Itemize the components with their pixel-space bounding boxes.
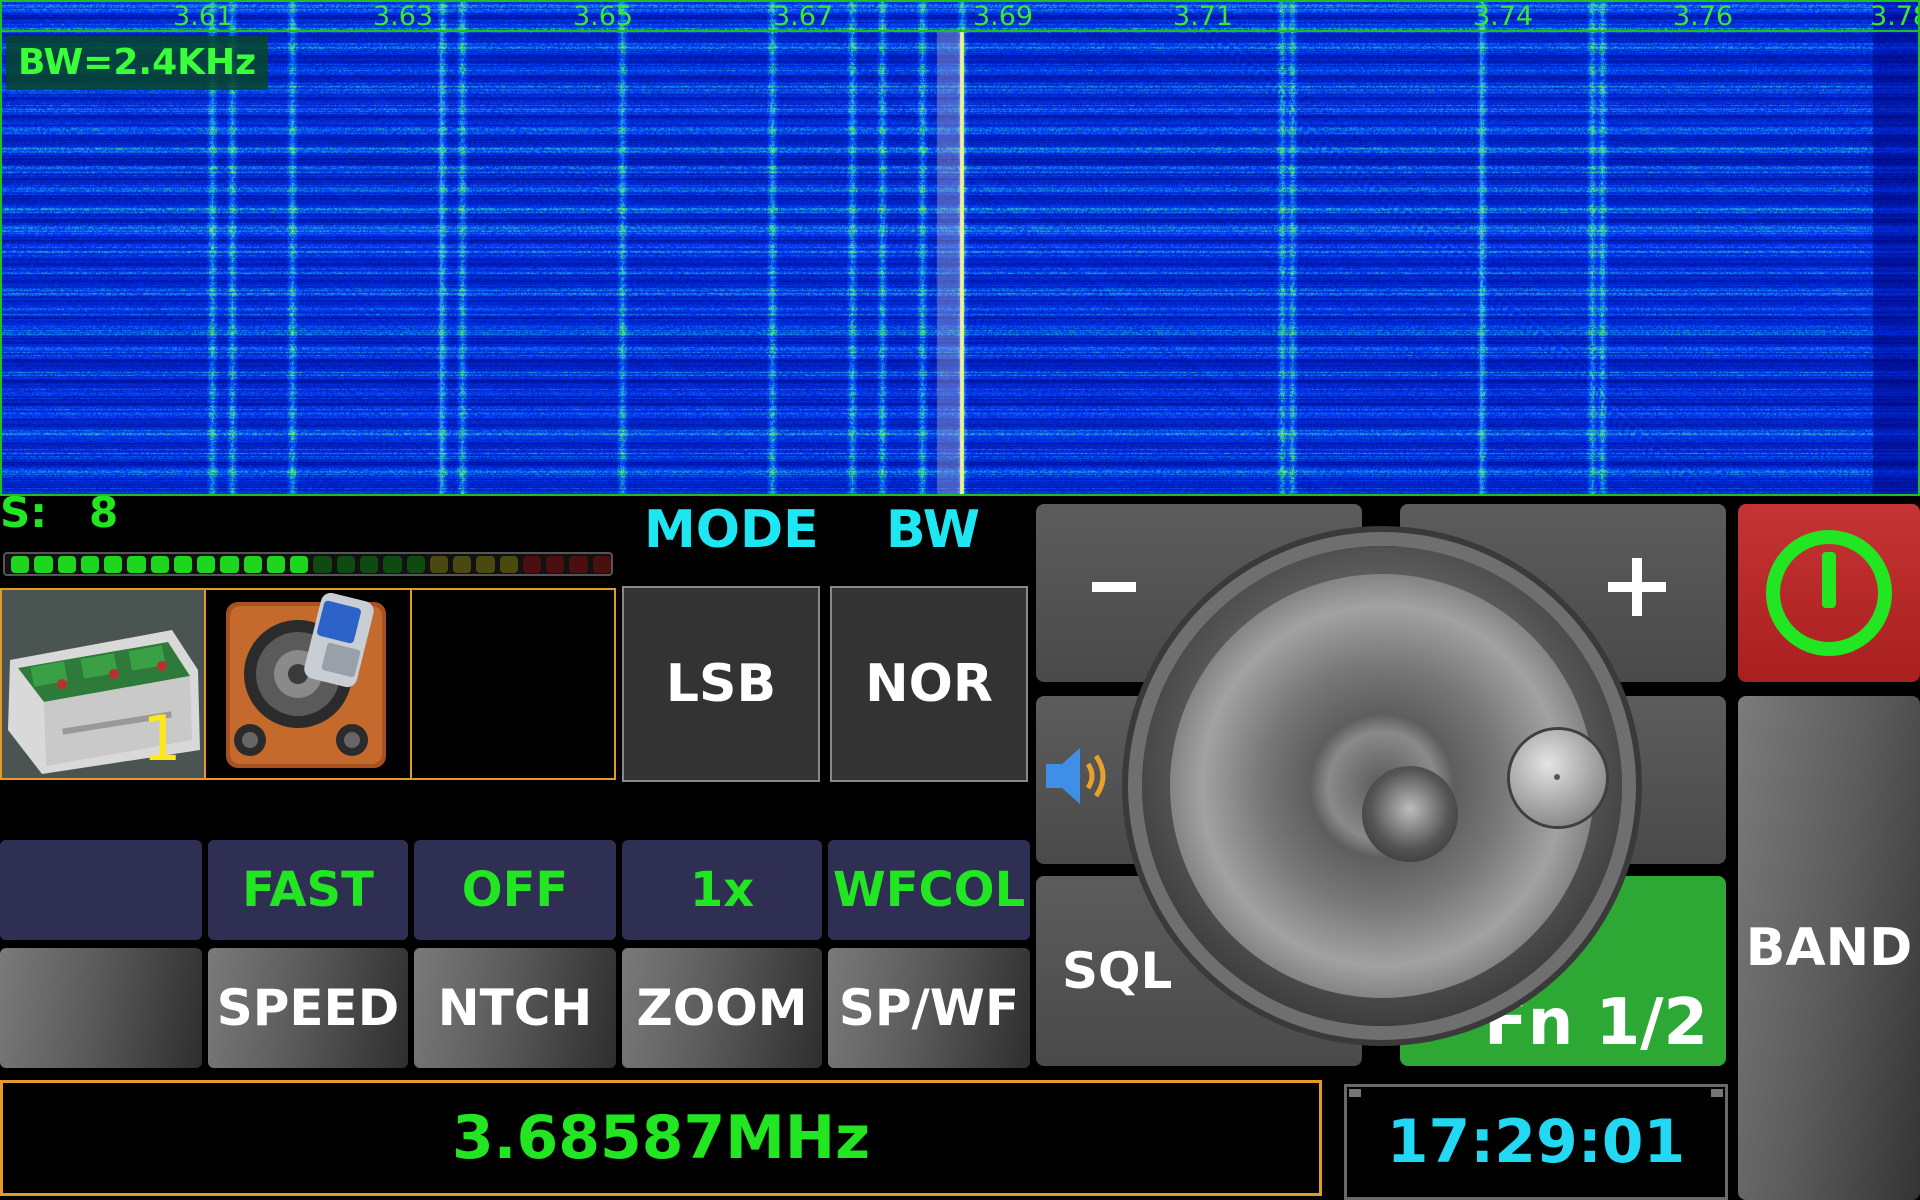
band-button[interactable]: BAND [1738,696,1920,1200]
s-meter-label: S: [0,488,48,537]
s-meter-led [522,555,542,573]
notch-button[interactable]: NTCH [414,948,616,1068]
wf-color-value[interactable]: WFCOL [828,840,1030,940]
s-meter-value: 8 [89,488,119,537]
function-button-blank[interactable] [0,948,202,1068]
waterfall-display[interactable]: 3.61 3.63 3.65 3.67 3.69 3.71 3.74 3.76 … [0,0,1920,496]
speed-button[interactable]: SPEED [208,948,408,1068]
scale-label: 3.65 [572,1,634,32]
s-meter-led [313,555,332,573]
s-meter-led [383,555,402,573]
s-meter-led [266,555,286,573]
s-meter-led [127,555,146,573]
minus-icon [1092,582,1136,592]
tuning-knob[interactable] [1142,546,1622,1026]
s-meter-led [290,555,309,573]
s-meter-led [429,555,449,573]
s-meter-led [104,555,123,573]
scale-label: 3.78 [1869,1,1918,32]
s-meter-led [476,555,495,573]
scale-label: 3.61 [172,1,234,32]
s-meter-led [546,555,565,573]
s-meter-led [173,555,193,573]
s-meter-led [243,555,262,573]
speaker-volume-icon [1046,748,1106,804]
s-meter-led [80,555,100,573]
s-meter-led [11,555,30,573]
squelch-label: SQL [1062,942,1173,1000]
bandwidth-button[interactable]: NOR [830,586,1028,782]
scale-label: 3.69 [972,1,1034,32]
bw-header: BW [886,500,981,560]
s-meter-led [197,555,216,573]
notch-value[interactable]: OFF [414,840,616,940]
power-icon [1766,530,1892,656]
function-value-blank[interactable] [0,840,202,940]
s-meter-led [336,555,355,573]
s-meter-led [592,555,611,573]
audio-device-tile[interactable] [204,588,412,780]
knob-face [1170,574,1606,998]
s-meter-led [359,555,379,573]
power-button[interactable] [1738,504,1920,682]
mode-button[interactable]: LSB [622,586,820,782]
frequency-display[interactable]: 3.68587MHz [0,1080,1322,1196]
zoom-button[interactable]: ZOOM [622,948,822,1068]
empty-tile[interactable] [410,588,616,780]
scale-label: 3.74 [1472,1,1534,32]
scale-label: 3.76 [1672,1,1734,32]
bandwidth-label: BW=2.4KHz [6,36,269,90]
s-meter-led [150,555,169,573]
scale-label: 3.67 [772,1,834,32]
zoom-value[interactable]: 1x [622,840,822,940]
plus-icon-vertical [1632,558,1642,616]
spectrum-waterfall-button[interactable]: SP/WF [828,948,1030,1068]
s-meter-led [499,555,518,573]
speed-value[interactable]: FAST [208,840,408,940]
s-meter-led [569,555,588,573]
receiver-tile[interactable]: 1 [0,588,206,780]
knob-finger-dimple[interactable] [1510,730,1606,826]
mode-header: MODE [644,500,819,560]
scale-label: 3.63 [372,1,434,32]
waterfall-canvas[interactable] [2,2,1918,494]
scale-label: 3.71 [1172,1,1234,32]
s-meter-led [34,555,53,573]
speaker-phone-icon [226,592,386,768]
s-meter-led [220,555,239,573]
s-meter-bar [3,552,613,576]
s-meter-led [57,555,76,573]
knob-center [1362,766,1458,862]
function-page-label: Fn 1/2 [1484,986,1708,1060]
s-meter-readout: S: 8 [0,488,118,537]
s-meter-led [453,555,472,573]
clock-display: 17:29:01 [1344,1084,1728,1200]
s-meter-led [406,555,425,573]
frequency-scale: 3.61 3.63 3.65 3.67 3.69 3.71 3.74 3.76 … [2,2,1918,32]
receiver-index-badge: 1 [142,702,182,775]
